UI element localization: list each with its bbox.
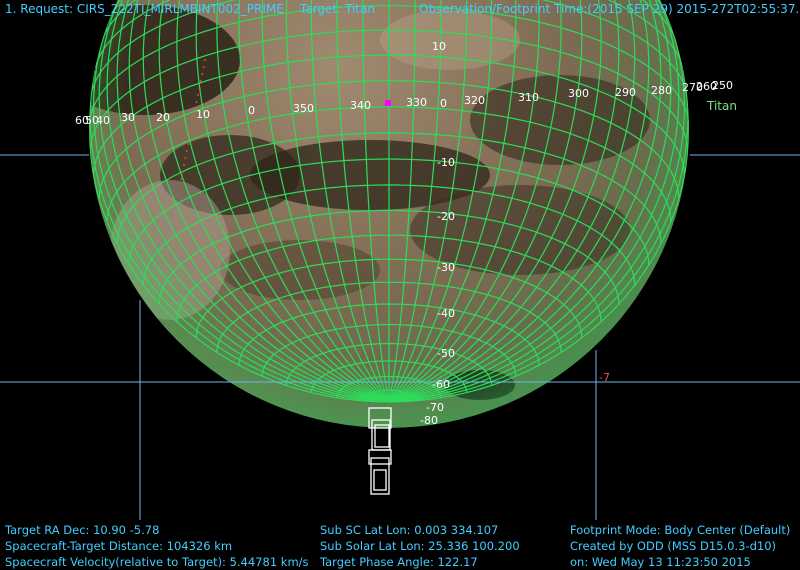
track-point: [184, 157, 187, 159]
geometry-info: Sub SC Lat Lon: 0.003 334.107 Sub Solar …: [320, 522, 520, 570]
sub-sc-lat-lon: Sub SC Lat Lon: 0.003 334.107: [320, 523, 499, 537]
longitude-label: 30: [121, 111, 135, 124]
spacecraft-distance: Spacecraft-Target Distance: 104326 km: [5, 539, 233, 553]
track-point: [188, 136, 191, 138]
created-on: on: Wed May 13 11:23:50 2015: [570, 555, 751, 569]
longitude-label: 20: [156, 111, 170, 124]
longitude-label: 0: [248, 104, 255, 117]
marker-label: -7: [599, 371, 610, 384]
latitude-label: -60: [432, 378, 450, 391]
track-point: [202, 66, 205, 68]
track-point: [192, 115, 195, 117]
latitude-label: -30: [437, 261, 455, 274]
track-point: [199, 80, 202, 82]
track-point: [187, 143, 190, 145]
track-point: [201, 73, 204, 75]
track-point: [197, 94, 199, 96]
track-point: [181, 171, 184, 173]
sub-spacecraft-marker: [385, 100, 391, 106]
track-point: [191, 122, 194, 124]
observation-view: 605040 30 20 10 0 350 340 330 320 310 300 290 280 270…: [0, 0, 800, 520]
track-point: [185, 150, 188, 152]
body-name-label: Titan: [706, 99, 737, 113]
titan-globe: [89, 0, 689, 428]
longitude-label: 290: [615, 86, 636, 99]
longitude-label: 350: [293, 102, 314, 115]
latitude-label: -50: [437, 347, 455, 360]
phase-angle: Target Phase Angle: 122.17: [320, 555, 478, 569]
latitude-label: -70: [426, 401, 444, 414]
track-point: [198, 87, 201, 89]
footprint-mode: Footprint Mode: Body Center (Default): [570, 523, 791, 537]
target-title: Target: Titan: [300, 2, 375, 16]
longitude-label: 330: [406, 96, 427, 109]
spacecraft-velocity: Spacecraft Velocity(relative to Target):…: [5, 555, 309, 569]
track-point: [190, 129, 192, 131]
target-ra-dec: Target RA Dec: 10.90 -5.78: [5, 523, 160, 537]
latitude-label: 0: [440, 97, 447, 110]
track-point: [180, 178, 183, 180]
latitude-label: -40: [437, 307, 455, 320]
latitude-label: -10: [437, 156, 455, 169]
longitude-label: 300: [568, 87, 589, 100]
request-title: 1. Request: CIRS_222TI_MIRLMBINT002_PRIM…: [5, 2, 284, 16]
longitude-label: 280: [651, 84, 672, 97]
observation-time: Observation/Footprint Time:(2015 SEP 29)…: [419, 2, 800, 16]
latitude-label: -20: [437, 210, 455, 223]
longitude-label: 250: [712, 79, 733, 92]
longitude-label: 340: [350, 99, 371, 112]
track-point: [204, 59, 206, 61]
longitude-label: 310: [518, 91, 539, 104]
spacecraft-info: Target RA Dec: 10.90 -5.78 Spacecraft-Ta…: [5, 522, 309, 570]
created-by: Created by ODD (MSS D15.0.3-d10): [570, 539, 777, 553]
latitude-label: -80: [420, 414, 438, 427]
latitude-label: 10: [432, 40, 446, 53]
sub-solar-lat-lon: Sub Solar Lat Lon: 25.336 100.200: [320, 539, 520, 553]
longitude-label: 40: [96, 114, 110, 127]
footprint-info: Footprint Mode: Body Center (Default) Cr…: [570, 522, 790, 570]
track-point: [183, 164, 185, 166]
longitude-label: 320: [464, 94, 485, 107]
longitude-label: 10: [196, 108, 210, 121]
track-point: [195, 101, 198, 103]
